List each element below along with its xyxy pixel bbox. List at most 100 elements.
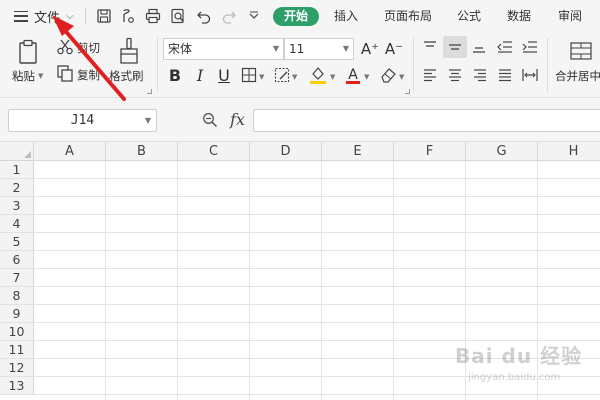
name-box[interactable]: J14 ▼ — [8, 109, 157, 132]
formula-input[interactable] — [253, 109, 600, 132]
row-header[interactable]: 3 — [0, 197, 34, 215]
increase-indent-icon[interactable] — [521, 38, 539, 56]
row-header[interactable]: 6 — [0, 251, 34, 269]
undo-icon[interactable] — [194, 6, 214, 26]
column-header[interactable]: H — [538, 142, 600, 161]
italic-button[interactable]: I — [190, 65, 210, 85]
decrease-indent-icon[interactable] — [496, 38, 514, 56]
justify-icon[interactable] — [496, 66, 514, 84]
fill-color-dropdown-icon[interactable]: ▼ — [330, 73, 335, 81]
font-color-icon[interactable]: A — [343, 65, 363, 85]
ribbon: 粘贴 ▼ 剪切 复制 格式刷 宋体 ▼ 11 ▼ A⁺ A⁻ B I U ▼ ▼… — [0, 32, 600, 98]
row-header[interactable]: 7 — [0, 269, 34, 287]
insert-function-button[interactable]: fx — [230, 110, 245, 129]
select-all-button[interactable] — [0, 142, 34, 161]
align-right-icon[interactable] — [471, 66, 489, 84]
menu-separator — [85, 8, 86, 24]
zoom-icon[interactable] — [201, 111, 219, 129]
redo-icon[interactable] — [219, 6, 239, 26]
file-menu-label: 文件 — [34, 10, 61, 26]
align-middle-icon[interactable] — [443, 36, 467, 58]
eraser-icon[interactable] — [378, 65, 398, 85]
formula-bar: J14 ▼ fx — [0, 98, 600, 142]
row-header[interactable]: 1 — [0, 161, 34, 179]
row-header[interactable]: 5 — [0, 233, 34, 251]
clipboard-icon — [19, 39, 37, 64]
font-name-value: 宋体 — [168, 42, 193, 56]
ribbon-separator — [157, 38, 158, 92]
chevron-down-icon: ▼ — [342, 44, 349, 53]
increase-font-size-button[interactable]: A⁺ — [360, 39, 380, 59]
merge-center-icon[interactable] — [569, 40, 593, 62]
tab-home[interactable]: 开始 — [273, 7, 320, 26]
print-preview-icon[interactable] — [168, 6, 188, 26]
ribbon-separator — [413, 38, 414, 92]
save-icon[interactable] — [94, 6, 114, 26]
align-top-icon[interactable] — [421, 38, 439, 56]
print-icon[interactable] — [143, 6, 163, 26]
eraser-dropdown-icon[interactable]: ▼ — [399, 73, 404, 81]
cut-label[interactable]: 剪切 — [77, 40, 100, 56]
align-center-icon[interactable] — [446, 66, 464, 84]
column-header[interactable]: B — [106, 142, 178, 161]
paste-button[interactable] — [16, 38, 42, 66]
row-header[interactable]: 13 — [0, 377, 34, 395]
tab-page-layout[interactable]: 页面布局 — [384, 7, 432, 26]
decrease-font-size-button[interactable]: A⁻ — [384, 39, 404, 59]
hamburger-icon — [14, 10, 28, 22]
bold-button[interactable]: B — [165, 65, 185, 85]
row-header[interactable]: 4 — [0, 215, 34, 233]
cell-style-dropdown-icon[interactable]: ▼ — [292, 73, 297, 81]
row-header[interactable]: 10 — [0, 323, 34, 341]
font-dialog-launcher[interactable] — [405, 89, 410, 94]
format-painter-label[interactable]: 格式刷 — [109, 68, 144, 84]
cell-reference: J14 — [70, 113, 95, 128]
borders-dropdown-icon[interactable]: ▼ — [259, 73, 264, 81]
clipboard-dialog-launcher[interactable] — [147, 89, 152, 94]
column-header[interactable]: G — [466, 142, 538, 161]
chevron-down-icon: ▼ — [144, 116, 151, 125]
cut-icon[interactable] — [56, 38, 74, 56]
row-header[interactable]: 8 — [0, 287, 34, 305]
font-name-select[interactable]: 宋体 ▼ — [163, 38, 284, 60]
borders-icon[interactable] — [240, 66, 258, 84]
paste-label: 粘贴 — [12, 69, 35, 83]
customize-dropdown-icon[interactable] — [244, 6, 264, 26]
font-color-dropdown-icon[interactable]: ▼ — [364, 73, 369, 81]
copy-icon[interactable] — [56, 64, 74, 82]
tab-data[interactable]: 数据 — [507, 7, 531, 26]
column-header[interactable]: D — [250, 142, 322, 161]
chevron-down-icon: ▼ — [272, 44, 279, 53]
column-header[interactable]: E — [322, 142, 394, 161]
row-header[interactable]: 11 — [0, 341, 34, 359]
cell-style-icon[interactable] — [273, 66, 291, 84]
tab-review[interactable]: 审阅 — [558, 7, 582, 26]
distributed-align-icon[interactable] — [521, 66, 539, 84]
font-size-select[interactable]: 11 ▼ — [284, 38, 354, 60]
chevron-down-icon: ⌵ — [66, 10, 74, 22]
tab-formulas[interactable]: 公式 — [457, 7, 481, 26]
align-bottom-icon[interactable] — [470, 38, 488, 56]
format-painter-icon[interactable] — [118, 6, 138, 26]
paste-dropdown-icon[interactable]: ▼ — [38, 72, 43, 80]
column-headers: A B C D E F G H — [34, 142, 600, 161]
row-header[interactable]: 9 — [0, 305, 34, 323]
brush-icon — [120, 37, 138, 64]
file-menu-button[interactable]: 文件 ⌵ — [14, 6, 74, 26]
merge-center-label[interactable]: 合并居中 — [555, 68, 600, 84]
column-header[interactable]: A — [34, 142, 106, 161]
row-header[interactable]: 2 — [0, 179, 34, 197]
font-size-value: 11 — [289, 42, 305, 56]
row-header[interactable]: 12 — [0, 359, 34, 377]
copy-label[interactable]: 复制 — [77, 67, 100, 83]
fill-color-icon[interactable] — [308, 65, 328, 85]
row-headers: 1 2 3 4 5 6 7 8 9 10 11 12 13 — [0, 161, 34, 395]
column-header[interactable]: F — [394, 142, 466, 161]
column-header[interactable]: C — [178, 142, 250, 161]
underline-button[interactable]: U — [214, 65, 234, 85]
font-color-glyph: A — [348, 67, 358, 83]
watermark-url: jingyan.baidu.com — [468, 372, 561, 383]
align-left-icon[interactable] — [421, 66, 439, 84]
tab-insert[interactable]: 插入 — [334, 7, 358, 26]
format-painter-button[interactable] — [116, 36, 142, 66]
